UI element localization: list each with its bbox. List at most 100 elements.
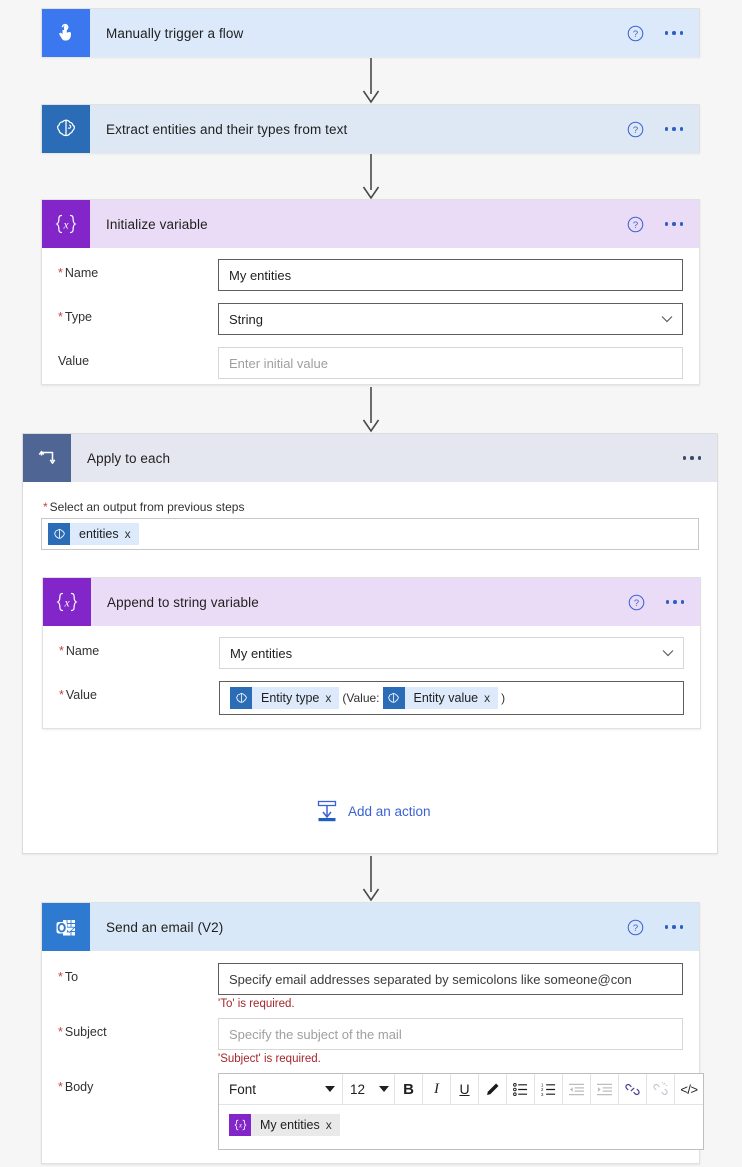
loop-arrow-icon <box>23 434 71 482</box>
token-remove-icon[interactable]: x <box>325 692 339 704</box>
card-send-an-email[interactable]: Send an email (V2) ? * To Specify email a… <box>41 902 704 1164</box>
token-label: My entities <box>260 1118 320 1132</box>
help-circle-icon[interactable]: ? <box>627 919 644 936</box>
body-editor-content[interactable]: x My entities x <box>219 1105 703 1149</box>
card-apply-to-each[interactable]: Apply to each * Select an output from pre… <box>22 433 718 854</box>
body-rich-text-editor[interactable]: Font 12 B I U 1 2 3 </> x My entities x <box>218 1073 704 1150</box>
token-entity-value[interactable]: Entity value x <box>382 687 499 709</box>
card-title: Append to string variable <box>107 594 259 610</box>
add-an-action-label: Add an action <box>348 803 431 819</box>
token-label: Entity value <box>413 691 479 705</box>
variable-braces-icon: x <box>42 200 90 248</box>
field-row-subject: * Subject Specify the subject of the mail… <box>42 1018 699 1065</box>
help-circle-icon[interactable]: ? <box>627 216 644 233</box>
card-header: Apply to each <box>23 434 717 482</box>
card-header-actions: ? <box>628 578 689 626</box>
card-title: Initialize variable <box>106 216 208 232</box>
flow-designer-canvas: Manually trigger a flow ? Extract entiti… <box>0 0 742 1167</box>
ai-brain-icon <box>382 687 405 709</box>
card-title: Send an email (V2) <box>106 919 224 935</box>
more-ellipsis-icon[interactable] <box>662 594 689 610</box>
more-ellipsis-icon[interactable] <box>661 121 688 137</box>
ai-brain-icon <box>48 523 70 545</box>
increase-indent-button[interactable] <box>591 1074 619 1104</box>
card-extract-entities[interactable]: Extract entities and their types from te… <box>41 104 700 153</box>
field-label-name: * Name <box>58 266 99 280</box>
required-asterisk: * <box>58 310 63 324</box>
name-input[interactable]: My entities <box>218 259 683 291</box>
variable-braces-icon: x <box>43 578 91 626</box>
required-asterisk: * <box>58 970 63 984</box>
bulleted-list-button[interactable] <box>507 1074 535 1104</box>
required-asterisk: * <box>59 644 64 658</box>
svg-text:?: ? <box>632 219 637 230</box>
card-header-actions <box>679 434 706 482</box>
card-header: Manually trigger a flow ? <box>42 9 699 57</box>
to-error-message: 'To' is required. <box>218 998 295 1010</box>
field-row-name: * Name My entities <box>43 637 700 669</box>
help-circle-icon[interactable]: ? <box>627 121 644 138</box>
decrease-indent-button[interactable] <box>563 1074 591 1104</box>
card-append-to-string-variable[interactable]: x Append to string variable ? *Name My <box>42 577 701 729</box>
help-circle-icon[interactable]: ? <box>627 25 644 42</box>
font-size-dropdown[interactable]: 12 <box>343 1074 395 1104</box>
subject-input-placeholder: Specify the subject of the mail <box>229 1026 402 1042</box>
type-dropdown[interactable]: String <box>218 303 683 335</box>
card-manually-trigger-a-flow[interactable]: Manually trigger a flow ? <box>41 8 700 57</box>
card-header-actions: ? <box>627 903 688 951</box>
insert-link-button[interactable] <box>619 1074 647 1104</box>
token-remove-icon[interactable]: x <box>125 528 139 540</box>
outlook-icon <box>42 903 90 951</box>
token-entities[interactable]: entities x <box>48 523 139 545</box>
text-color-pen-icon[interactable] <box>479 1074 507 1104</box>
required-asterisk: * <box>58 266 63 280</box>
rich-text-toolbar: Font 12 B I U 1 2 3 </> <box>219 1074 703 1105</box>
card-header: x Initialize variable ? <box>42 200 699 248</box>
help-circle-icon[interactable]: ? <box>628 594 645 611</box>
card-header: Send an email (V2) ? <box>42 903 699 951</box>
more-ellipsis-icon[interactable] <box>661 919 688 935</box>
chevron-down-icon <box>662 650 674 657</box>
field-row-type: * Type String <box>42 303 699 335</box>
required-asterisk: * <box>58 1080 63 1094</box>
more-ellipsis-icon[interactable] <box>679 450 706 466</box>
token-remove-icon[interactable]: x <box>326 1119 340 1131</box>
more-ellipsis-icon[interactable] <box>661 216 688 232</box>
token-remove-icon[interactable]: x <box>484 692 498 704</box>
svg-text:?: ? <box>632 124 637 135</box>
select-output-section: * Select an output from previous steps en… <box>23 482 717 550</box>
underline-button[interactable]: U <box>451 1074 479 1104</box>
italic-button[interactable]: I <box>423 1074 451 1104</box>
font-family-dropdown[interactable]: Font <box>219 1074 343 1104</box>
token-my-entities[interactable]: x My entities x <box>229 1114 340 1136</box>
card-initialize-variable[interactable]: x Initialize variable ? * Name My entitie… <box>41 199 700 385</box>
numbered-list-button[interactable]: 1 2 3 <box>535 1074 563 1104</box>
select-output-input[interactable]: entities x <box>41 518 699 550</box>
remove-link-button[interactable] <box>647 1074 675 1104</box>
required-asterisk: * <box>58 1025 63 1039</box>
token-entity-type[interactable]: Entity type x <box>230 687 340 709</box>
subject-input[interactable]: Specify the subject of the mail <box>218 1018 683 1050</box>
touch-hand-icon <box>42 9 90 57</box>
token-label: entities <box>79 527 119 541</box>
field-row-name: * Name My entities <box>42 259 699 291</box>
value-suffix-text: ) <box>501 691 506 705</box>
to-input[interactable]: Specify email addresses separated by sem… <box>218 963 683 995</box>
token-label: Entity type <box>261 691 320 705</box>
append-name-dropdown[interactable]: My entities <box>219 637 684 669</box>
add-an-action-button[interactable]: Add an action <box>315 799 431 823</box>
card-header-actions: ? <box>627 105 688 153</box>
value-input[interactable]: Enter initial value <box>218 347 683 379</box>
bold-button[interactable]: B <box>395 1074 423 1104</box>
code-view-button[interactable]: </> <box>675 1074 703 1104</box>
chevron-down-icon <box>379 1086 389 1092</box>
value-prefix-text: (Value: <box>342 691 380 705</box>
connector-arrow <box>360 387 382 433</box>
field-label-value: * Value <box>59 688 97 702</box>
svg-text:x: x <box>62 220 69 232</box>
append-value-input[interactable]: Entity type x (Value: Entity value x) <box>219 681 684 715</box>
field-label-name: * Name <box>59 644 100 658</box>
more-ellipsis-icon[interactable] <box>661 25 688 41</box>
select-output-label: * Select an output from previous steps <box>43 500 245 514</box>
field-label-body: * Body <box>58 1080 94 1094</box>
